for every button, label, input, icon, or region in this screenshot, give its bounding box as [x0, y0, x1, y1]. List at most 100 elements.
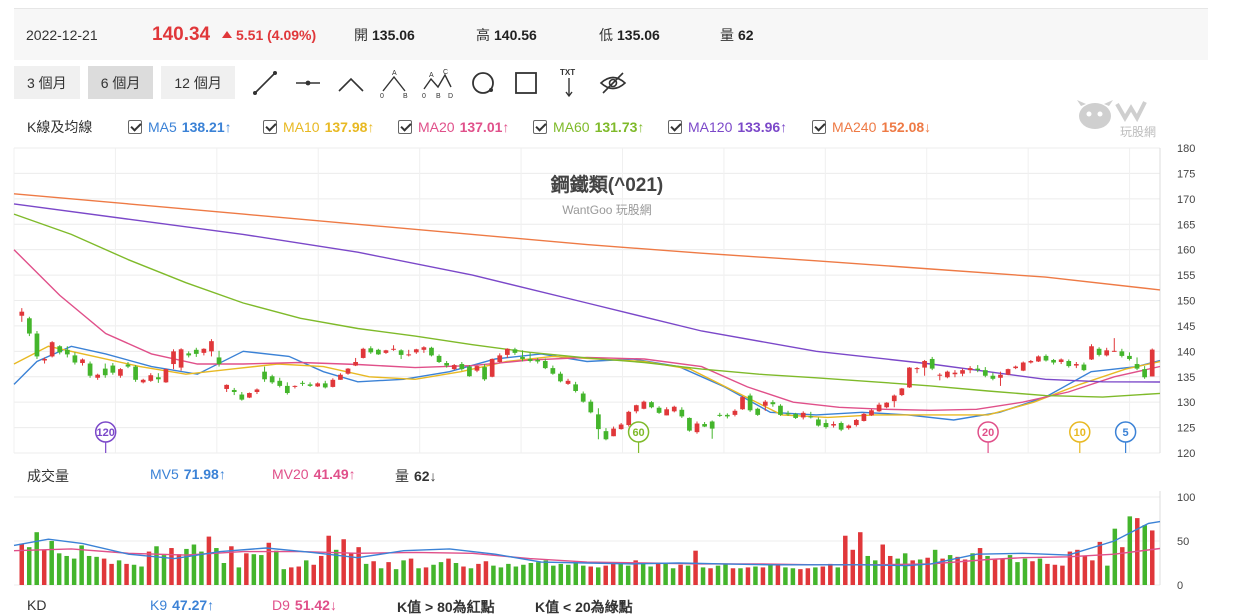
line-tool-icon[interactable]	[248, 66, 282, 99]
volume-bar	[843, 535, 848, 585]
candle	[641, 400, 647, 410]
volume-bar	[191, 544, 197, 585]
candle-body	[1119, 351, 1125, 356]
mv20-legend: MV20 41.49↑	[272, 466, 356, 482]
candle	[193, 347, 199, 357]
ma-markers: 120 60 20 10 5	[94, 421, 1137, 453]
candle	[307, 382, 313, 387]
rectangle-tool-icon[interactable]	[509, 66, 543, 99]
ma5-checkbox[interactable]	[128, 120, 142, 134]
volume-bar	[1097, 541, 1103, 585]
candle	[914, 367, 920, 374]
volume-bar	[363, 563, 369, 585]
volume-tick-label: 0	[1177, 580, 1183, 592]
y-tick-label: 170	[1177, 194, 1195, 206]
candle-body	[588, 401, 594, 413]
candle	[201, 348, 207, 356]
candle	[186, 351, 192, 358]
kd-label: KD	[27, 597, 47, 613]
ma20-checkbox[interactable]	[398, 120, 412, 134]
candle-body	[178, 349, 184, 368]
abcd-tool-icon[interactable]: C 0 A B D	[420, 66, 454, 99]
quote-high: 高 140.56	[476, 26, 537, 43]
ma120-toggle[interactable]: MA120 133.96↑	[668, 117, 787, 137]
candle-body	[163, 369, 169, 383]
candle-body	[732, 410, 738, 415]
candle	[49, 341, 55, 358]
ma5-toggle[interactable]: MA5 138.21↑	[128, 117, 232, 137]
horizontal-line-tool-icon[interactable]	[291, 66, 325, 99]
candle-body	[725, 414, 730, 417]
marker-label: 20	[982, 427, 994, 439]
candle-body	[823, 423, 829, 428]
volume-bar	[581, 565, 586, 585]
candle	[869, 409, 874, 416]
volume-bar	[715, 565, 721, 585]
ma60-toggle[interactable]: MA60 131.73↑	[533, 117, 644, 137]
volume-bar	[1060, 565, 1065, 585]
candle-body	[467, 366, 472, 377]
candle-body	[838, 423, 844, 430]
ma60-checkbox[interactable]	[533, 120, 547, 134]
ma120-value: 133.96↑	[737, 119, 788, 135]
candle-body	[937, 374, 943, 376]
candle-body	[527, 358, 533, 361]
candle-body	[307, 384, 313, 386]
candle-body	[277, 380, 283, 386]
candle-body	[618, 424, 624, 430]
candle	[725, 413, 730, 419]
ma240-toggle[interactable]: MA240 152.08↓	[812, 117, 931, 137]
candle	[80, 358, 85, 366]
volume-bar	[1082, 555, 1088, 585]
volume-bar	[917, 559, 923, 585]
abc-tool-icon[interactable]: A 0 B	[377, 66, 411, 99]
range-12m-button[interactable]: 12 個月	[161, 66, 235, 99]
ma120-checkbox[interactable]	[668, 120, 682, 134]
range-6m-button[interactable]: 6 個月	[87, 66, 154, 99]
ma-marker-10: 10	[1069, 421, 1091, 453]
candle-body	[239, 394, 245, 400]
candle-body	[816, 419, 821, 426]
volume-bar	[708, 568, 713, 585]
candle	[391, 345, 396, 351]
ma20-toggle[interactable]: MA20 137.01↑	[398, 117, 509, 137]
candle-body	[793, 413, 798, 418]
volume-bar	[1022, 558, 1028, 585]
ma240-checkbox[interactable]	[812, 120, 826, 134]
candle	[57, 345, 63, 355]
hide-icon[interactable]	[596, 66, 630, 99]
volume-bar	[259, 555, 264, 585]
angle-tool-icon[interactable]	[334, 66, 368, 99]
ma10-toggle[interactable]: MA10 137.98↑	[263, 117, 374, 137]
volume-bar	[326, 535, 331, 585]
candle-body	[148, 375, 154, 381]
candle	[87, 361, 93, 378]
volume-bar	[348, 553, 354, 585]
candle	[178, 348, 184, 371]
candle-body	[42, 358, 47, 361]
candle-body	[876, 404, 882, 412]
candle-body	[960, 370, 965, 374]
candle	[732, 409, 738, 417]
ma10-checkbox[interactable]	[263, 120, 277, 134]
candle	[436, 354, 442, 364]
y-tick-label: 165	[1177, 219, 1195, 231]
circle-tool-icon[interactable]	[466, 66, 500, 99]
candle	[1066, 359, 1072, 368]
candle	[747, 393, 753, 412]
volume-bar	[199, 551, 204, 585]
volume-bar	[640, 563, 646, 585]
volume-bar	[79, 545, 84, 585]
candle-body	[110, 365, 116, 373]
candle	[876, 402, 882, 412]
text-tool-icon[interactable]: TXT	[552, 66, 586, 99]
volume-bar	[760, 567, 766, 585]
volume-label: 成交量	[27, 468, 69, 484]
candle	[588, 399, 594, 414]
candle-body	[831, 424, 836, 426]
volume-bar	[371, 561, 376, 585]
volume-bar	[768, 564, 773, 585]
volume-bar	[992, 559, 998, 585]
candle-body	[330, 379, 336, 387]
range-3m-button[interactable]: 3 個月	[14, 66, 80, 99]
